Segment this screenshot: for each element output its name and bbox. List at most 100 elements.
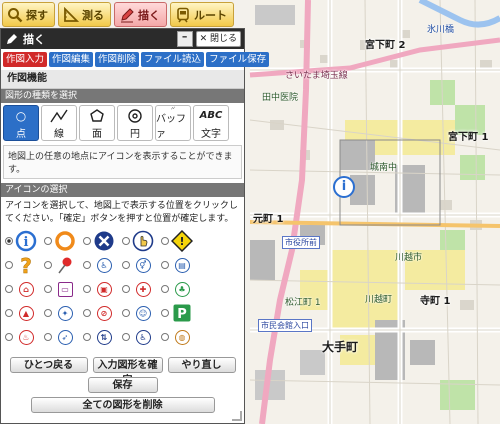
- shape-text-button[interactable]: ABC 文字: [193, 105, 229, 141]
- icon-radio[interactable]: [5, 237, 13, 245]
- icon-option[interactable]: i: [5, 230, 44, 252]
- icon-radio[interactable]: [122, 285, 130, 293]
- icon-radio[interactable]: [44, 309, 52, 317]
- shape-circle-button[interactable]: 円: [117, 105, 153, 141]
- pencil-icon: [7, 34, 17, 44]
- icon-option[interactable]: [44, 230, 83, 252]
- icon-radio[interactable]: [5, 333, 13, 341]
- icon-radio[interactable]: [161, 261, 169, 269]
- icon-option[interactable]: ?: [5, 254, 44, 276]
- route-button-label: ルート: [194, 8, 227, 22]
- icon-radio[interactable]: [83, 285, 91, 293]
- icon-row: i !: [5, 229, 242, 253]
- icon-radio[interactable]: [83, 309, 91, 317]
- icon-radio[interactable]: [44, 285, 52, 293]
- icon-option[interactable]: [83, 230, 122, 252]
- shape-buffer-label: バッファ: [156, 114, 186, 140]
- people-icon: ☺: [135, 305, 151, 321]
- tab-file-save[interactable]: ファイル保存: [206, 52, 270, 67]
- shape-buffer-button[interactable]: バッファ: [155, 105, 191, 141]
- station-label-city-hall[interactable]: 市役所前: [282, 236, 320, 249]
- icon-option[interactable]: P: [161, 302, 200, 324]
- icon-radio[interactable]: [83, 261, 91, 269]
- icon-radio[interactable]: [122, 333, 130, 341]
- confirm-shape-button[interactable]: 入力図形を確定: [92, 357, 163, 386]
- shape-point-label: 点: [16, 128, 26, 140]
- icon-radio[interactable]: [161, 309, 169, 317]
- icon-radio[interactable]: [44, 237, 52, 245]
- fire-icon: ▲: [18, 305, 34, 321]
- section-draw-function: 作図機能: [1, 70, 244, 89]
- panel-header[interactable]: 描く – ✕ 閉じる: [1, 29, 244, 49]
- icon-option[interactable]: ⚥: [122, 254, 161, 276]
- icon-option[interactable]: !: [161, 230, 200, 252]
- placed-info-icon[interactable]: i: [333, 176, 355, 198]
- icon-option[interactable]: ▭: [44, 278, 83, 300]
- pin-icon: [54, 254, 76, 276]
- text-icon: ABC: [199, 109, 223, 121]
- icon-option[interactable]: ⊘: [83, 302, 122, 324]
- icon-radio[interactable]: [122, 261, 130, 269]
- tab-draw-edit[interactable]: 作図編集: [49, 52, 94, 67]
- pencil-icon: [121, 7, 134, 22]
- shape-line-label: 線: [54, 128, 64, 140]
- icon-option[interactable]: ⇅: [83, 326, 122, 348]
- icon-option[interactable]: ▤: [161, 254, 200, 276]
- resize-handle[interactable]: [232, 411, 242, 421]
- shape-point-button[interactable]: ○ 点: [3, 105, 39, 141]
- icon-option[interactable]: ▲: [5, 302, 44, 324]
- tab-file-load[interactable]: ファイル読込: [141, 52, 205, 67]
- save-button[interactable]: 保存: [87, 377, 158, 393]
- panel-title: 描く: [23, 33, 45, 46]
- icon-radio[interactable]: [122, 309, 130, 317]
- close-button[interactable]: ✕ 閉じる: [195, 31, 241, 47]
- icon-option[interactable]: [122, 230, 161, 252]
- route-button[interactable]: ルート: [170, 2, 234, 27]
- shape-type-selector: ○ 点 線 面 円 バッファ ABC 文字: [1, 103, 244, 141]
- icon-option[interactable]: [44, 254, 83, 276]
- icon-radio[interactable]: [83, 333, 91, 341]
- search-button[interactable]: 探す: [2, 2, 55, 27]
- svg-text:?: ?: [20, 254, 32, 276]
- shape-line-button[interactable]: 線: [41, 105, 77, 141]
- station-label-ote-gate[interactable]: 市民会館入口: [258, 319, 312, 332]
- icon-option[interactable]: ♿: [122, 326, 161, 348]
- icon-option[interactable]: ⌂: [5, 278, 44, 300]
- draw-button[interactable]: 描く: [114, 2, 167, 27]
- undo-button[interactable]: ひとつ戻る: [9, 357, 88, 373]
- elevator-icon: ⇅: [96, 329, 112, 345]
- redo-button[interactable]: やり直し: [167, 357, 236, 373]
- point-icon: ○: [15, 108, 27, 123]
- icon-radio[interactable]: [161, 285, 169, 293]
- accessible-icon: ♿: [135, 329, 151, 345]
- icon-radio[interactable]: [5, 261, 13, 269]
- ring-icon: [54, 230, 76, 252]
- icon-option[interactable]: ✦: [44, 302, 83, 324]
- icon-radio[interactable]: [5, 285, 13, 293]
- minimize-button[interactable]: –: [176, 31, 193, 47]
- measure-button[interactable]: 測る: [58, 2, 111, 27]
- icon-radio[interactable]: [161, 237, 169, 245]
- icon-option[interactable]: ▣: [83, 278, 122, 300]
- icon-option[interactable]: ♨: [5, 326, 44, 348]
- icon-radio[interactable]: [44, 333, 52, 341]
- icon-option[interactable]: ☺: [122, 302, 161, 324]
- icon-radio[interactable]: [44, 261, 52, 269]
- park-icon: ♣: [174, 281, 190, 297]
- icon-radio[interactable]: [122, 237, 130, 245]
- icon-option[interactable]: ◍: [161, 326, 200, 348]
- search-button-label: 探す: [26, 8, 48, 22]
- icon-option[interactable]: ➶: [44, 326, 83, 348]
- icon-option[interactable]: ✚: [122, 278, 161, 300]
- search-icon: [8, 7, 23, 22]
- tab-draw-input[interactable]: 作図入力: [3, 52, 48, 67]
- tab-draw-delete[interactable]: 作図削除: [95, 52, 140, 67]
- shape-polygon-button[interactable]: 面: [79, 105, 115, 141]
- icon-radio[interactable]: [83, 237, 91, 245]
- icon-radio[interactable]: [5, 309, 13, 317]
- delete-all-button[interactable]: 全ての図形を削除: [30, 397, 215, 413]
- icon-option[interactable]: ♣: [161, 278, 200, 300]
- hand-pointer-icon: [132, 230, 154, 252]
- icon-option[interactable]: ♿: [83, 254, 122, 276]
- icon-radio[interactable]: [161, 333, 169, 341]
